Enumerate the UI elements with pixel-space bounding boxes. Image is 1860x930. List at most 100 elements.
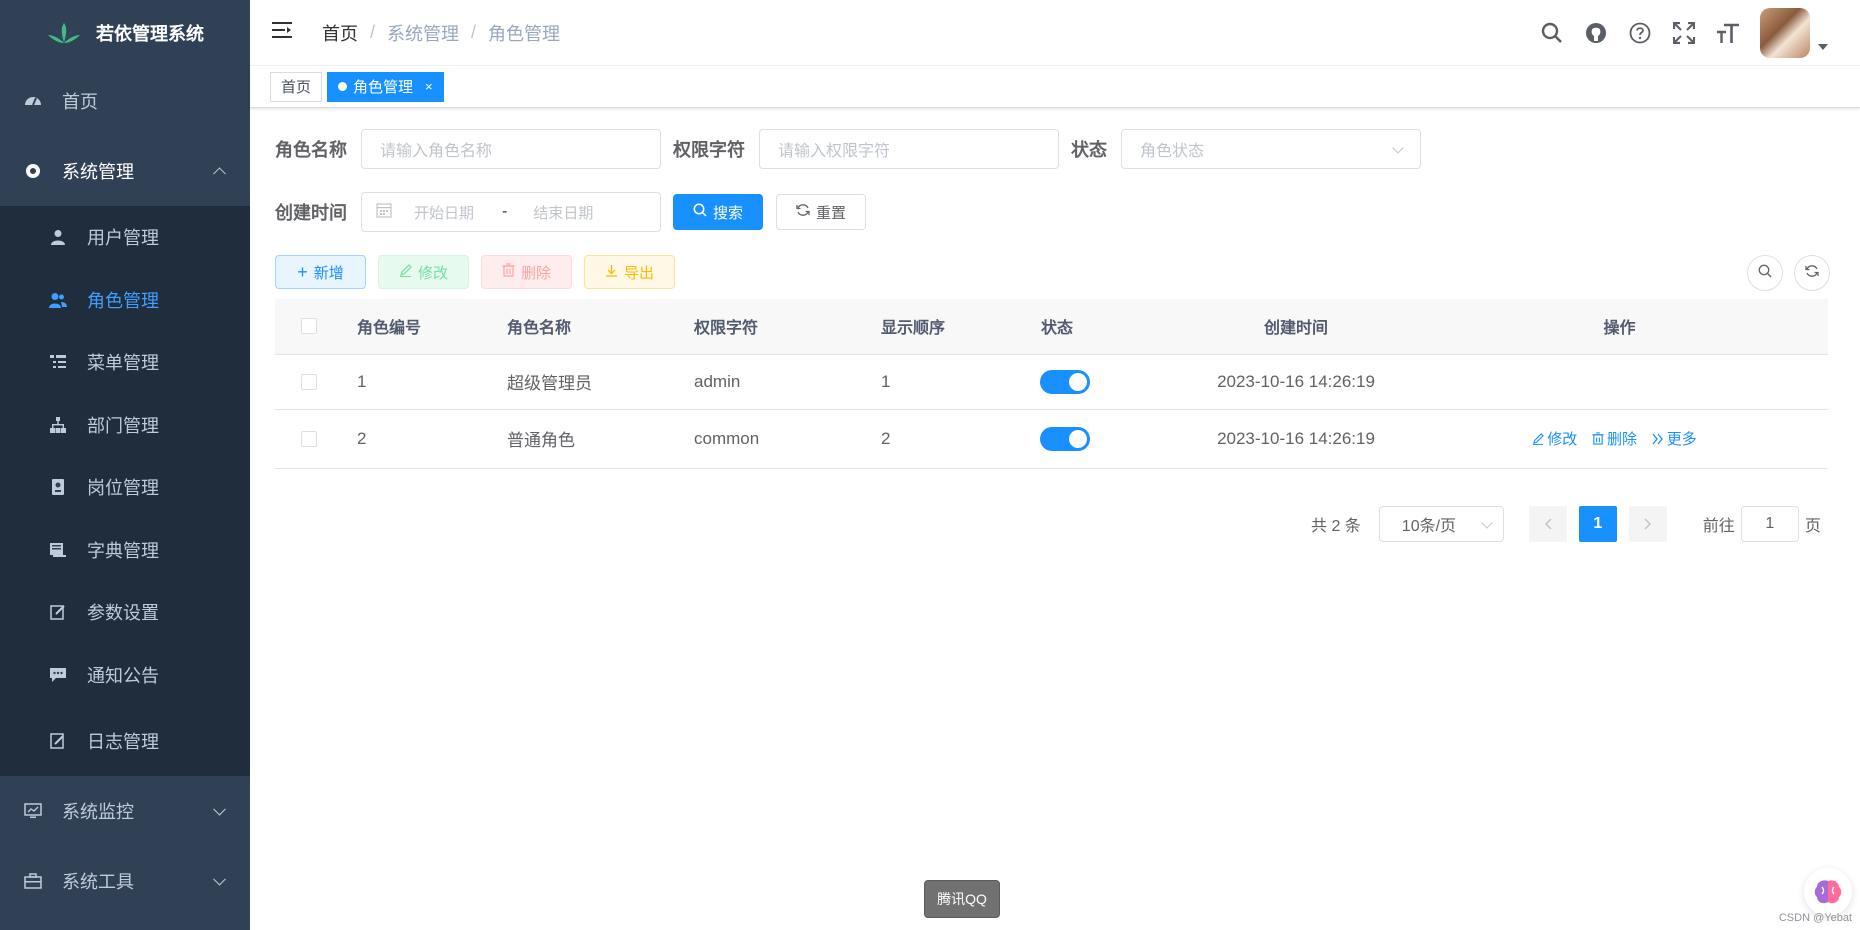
question-icon[interactable]: [1628, 21, 1652, 45]
sidebar-item-label: 首页: [62, 92, 98, 112]
goto-value: 1: [1765, 515, 1775, 532]
row-select-cell: [275, 409, 357, 469]
breadcrumb-separator: /: [471, 22, 477, 42]
row-edit-link[interactable]: 修改: [1532, 428, 1577, 449]
chevron-down-icon: [1392, 142, 1404, 154]
page-number-current[interactable]: 1: [1578, 506, 1617, 542]
sidebar-item-menus[interactable]: 菜单管理: [0, 331, 250, 394]
sidebar-item-label: 系统监控: [62, 802, 134, 822]
user-avatar[interactable]: [1760, 8, 1810, 58]
button-label: 重置: [815, 204, 846, 222]
sidebar-item-posts[interactable]: 岗位管理: [0, 456, 250, 519]
range-separator: -: [502, 203, 508, 220]
status-switch[interactable]: [1040, 369, 1090, 394]
add-button[interactable]: + 新增: [275, 255, 366, 289]
status-label: 状态: [1071, 140, 1107, 160]
role-key-input[interactable]: 请输入权限字符: [759, 129, 1059, 169]
caret-down-icon[interactable]: [1818, 44, 1828, 50]
floating-assistant-button[interactable]: [1804, 868, 1852, 916]
reset-button[interactable]: 重置: [776, 194, 866, 230]
goto-page-input[interactable]: 1: [1740, 506, 1799, 542]
start-date-input[interactable]: 开始日期: [414, 202, 474, 223]
sidebar-item-depts[interactable]: 部门管理: [0, 394, 250, 457]
table-header-row: 角色编号 角色名称 权限字符 显示顺序 状态 创建时间 操作: [275, 299, 1828, 355]
dashboard-icon: [24, 92, 42, 110]
row-checkbox[interactable]: [301, 373, 317, 390]
prev-page-button[interactable]: [1528, 506, 1567, 542]
sidebar-item-home[interactable]: 首页: [0, 66, 250, 136]
sidebar-item-monitor[interactable]: 系统监控: [0, 776, 250, 846]
column-header: 操作: [1411, 299, 1828, 355]
tool-icon: [24, 872, 42, 890]
date-range-picker[interactable]: 开始日期 - 结束日期: [361, 192, 661, 232]
page-size-value: 10条/页: [1401, 518, 1457, 535]
sidebar-item-label: 角色管理: [87, 290, 159, 311]
row-checkbox[interactable]: [301, 430, 317, 447]
tag-home[interactable]: 首页: [270, 71, 323, 102]
sidebar-item-logs[interactable]: 日志管理: [0, 706, 250, 776]
edit-button[interactable]: 修改: [378, 255, 469, 289]
sidebar: 若依管理系统 首页 系统管理 用户管理 角色管理 菜单管理 部门管理 岗位管理 …: [0, 0, 250, 930]
fullscreen-icon[interactable]: [1672, 21, 1696, 45]
end-date-input[interactable]: 结束日期: [533, 202, 593, 223]
page-size-select[interactable]: 10条/页: [1378, 506, 1504, 542]
tree-icon: [49, 416, 67, 434]
sidebar-item-users[interactable]: 用户管理: [0, 206, 250, 269]
sidebar-item-label: 字典管理: [87, 540, 159, 561]
role-name-input[interactable]: 请输入角色名称: [361, 129, 661, 169]
sidebar-item-label: 系统工具: [62, 872, 134, 892]
active-dot-icon: [338, 82, 348, 91]
font-size-icon[interactable]: [1716, 21, 1740, 45]
role-name: 普通角色: [507, 409, 694, 469]
role-sort: 1: [881, 354, 1021, 410]
status-select[interactable]: 角色状态: [1121, 129, 1421, 169]
sidebar-item-tools[interactable]: 系统工具: [0, 846, 250, 916]
search-icon[interactable]: [1540, 21, 1564, 45]
status-switch[interactable]: [1040, 426, 1090, 451]
tags-view: 首页 角色管理 ×: [250, 66, 1860, 108]
row-more-link[interactable]: 更多: [1652, 428, 1697, 449]
export-button[interactable]: 导出: [584, 255, 675, 289]
role-key-label: 权限字符: [673, 140, 745, 160]
role-id: 1: [357, 354, 507, 410]
refresh-button[interactable]: [1794, 255, 1830, 291]
sidebar-item-notice[interactable]: 通知公告: [0, 644, 250, 707]
close-icon[interactable]: ×: [425, 79, 433, 94]
breadcrumb-separator: /: [370, 22, 376, 42]
sidebar-item-roles[interactable]: 角色管理: [0, 269, 250, 332]
role-id: 2: [357, 409, 507, 469]
search-button[interactable]: 搜索: [673, 194, 763, 230]
button-label: 搜索: [712, 204, 743, 222]
edit-icon: [49, 603, 67, 621]
sidebar-item-dict[interactable]: 字典管理: [0, 519, 250, 582]
op-label: 更多: [1666, 431, 1697, 448]
search-icon: [1758, 264, 1772, 283]
monitor-icon: [24, 802, 42, 820]
column-header: 状态: [1021, 299, 1181, 355]
tag-role[interactable]: 角色管理 ×: [327, 71, 444, 102]
placeholder: 角色状态: [1140, 143, 1205, 160]
row-select-cell: [275, 354, 357, 410]
logo-icon: [48, 23, 80, 43]
trash-icon: [502, 263, 515, 281]
hamburger-icon[interactable]: [272, 21, 294, 44]
button-label: 修改: [417, 264, 448, 282]
next-page-button[interactable]: [1628, 506, 1667, 542]
page-suffix: 页: [1804, 518, 1821, 535]
breadcrumb-home[interactable]: 首页: [322, 20, 358, 46]
row-delete-link[interactable]: 删除: [1592, 428, 1637, 449]
sidebar-item-label: 用户管理: [87, 228, 159, 249]
search-row-1: 角色名称 请输入角色名称 权限字符 请输入权限字符 状态 角色状态: [275, 129, 1840, 169]
sidebar-item-system[interactable]: 系统管理: [0, 136, 250, 206]
peoples-icon: [49, 291, 67, 309]
select-all-checkbox[interactable]: [301, 318, 317, 335]
logo[interactable]: 若依管理系统: [0, 0, 250, 66]
toggle-search-button[interactable]: [1747, 255, 1783, 291]
delete-button[interactable]: 删除: [481, 255, 572, 289]
github-icon[interactable]: [1584, 21, 1608, 45]
tag-label: 首页: [281, 79, 312, 96]
sidebar-item-config[interactable]: 参数设置: [0, 581, 250, 644]
sidebar-item-label: 系统管理: [62, 162, 134, 182]
sidebar-item-label: 部门管理: [87, 415, 159, 436]
trash-icon: [1592, 431, 1604, 445]
